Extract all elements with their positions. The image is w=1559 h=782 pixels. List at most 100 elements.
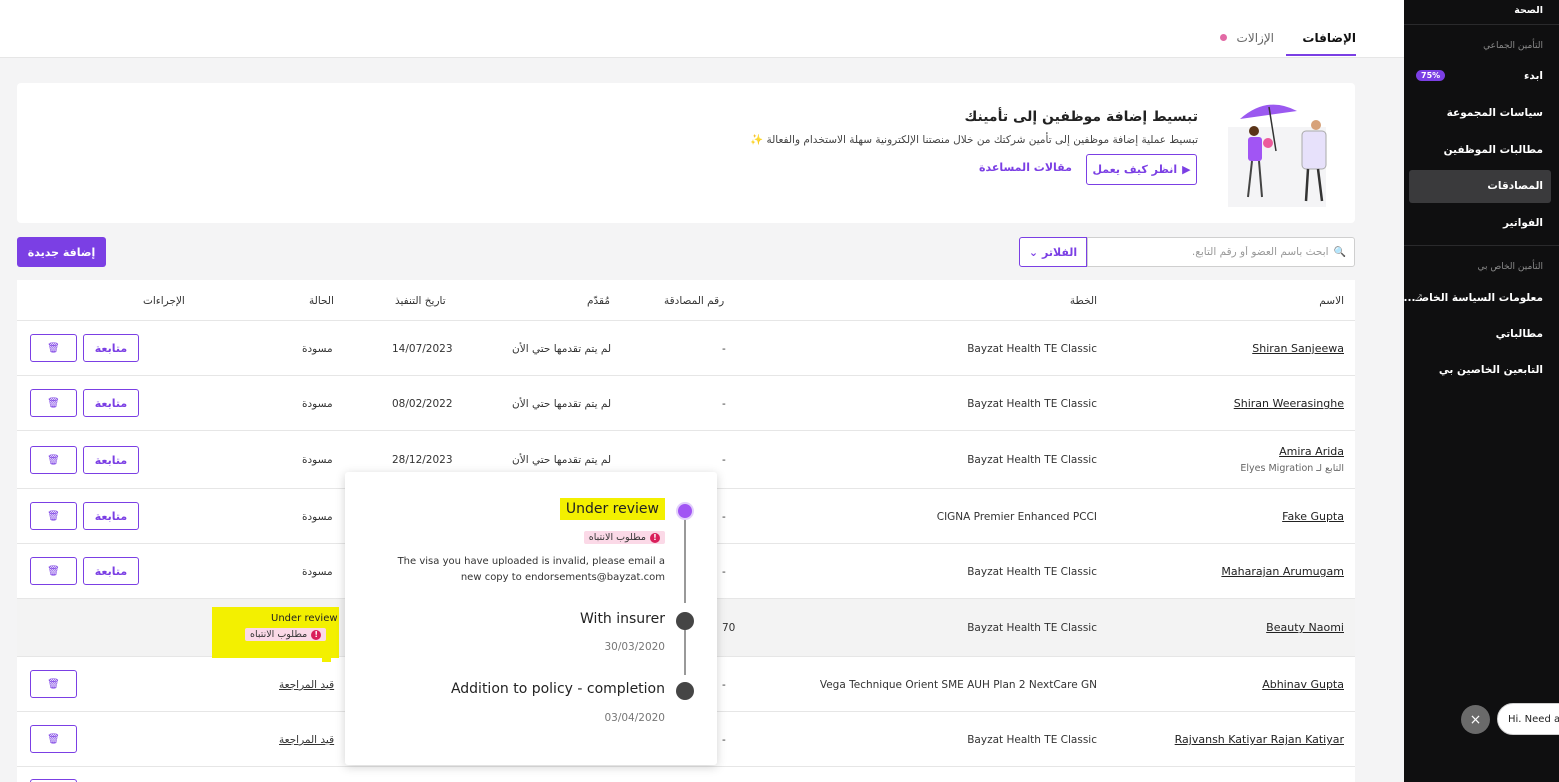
plan-cell: Bayzat Health TE Classic: [967, 734, 1097, 746]
header-name: الاسم: [1319, 295, 1344, 307]
onboarding-banner: تبسيط إضافة موظفين إلى تأمينك تبسيط عملي…: [17, 83, 1355, 223]
add-new-button[interactable]: إضافة جديدة: [17, 237, 106, 267]
delete-button[interactable]: 🗑: [30, 557, 77, 585]
timeline-dot: [676, 682, 694, 700]
status-link[interactable]: قيد المراجعة: [279, 734, 334, 746]
sidebar-item-health[interactable]: الصحة: [1514, 5, 1543, 16]
alert-icon: !: [311, 629, 322, 640]
timeline-dot: [676, 612, 694, 630]
plan-cell: Vega Technique Orient SME AUH Plan 2 Nex…: [819, 679, 1097, 691]
delete-button[interactable]: 🗑: [30, 446, 77, 474]
plan-cell: CIGNA Premier Enhanced PCCI: [936, 511, 1097, 523]
member-name-link[interactable]: Abhinav Gupta: [1262, 678, 1344, 691]
attention-label: مطلوب الانتباه: [250, 629, 308, 640]
timeline-connector: [684, 519, 686, 603]
plan-cell: Bayzat Health TE Classic: [967, 566, 1097, 578]
banner-title: تبسيط إضافة موظفين إلى تأمينك: [964, 109, 1198, 125]
member-name-link[interactable]: Beauty Naomi: [1266, 621, 1344, 634]
trash-icon: 🗑: [47, 397, 60, 409]
search-input[interactable]: [1098, 246, 1329, 258]
header-status: الحالة: [309, 295, 334, 307]
follow-up-button[interactable]: متابعة: [83, 502, 139, 530]
sidebar-item-endorsements[interactable]: المصادقات: [1487, 180, 1543, 192]
header-submitted: مُقدّم: [587, 295, 610, 307]
chat-bubble[interactable]: Hi. Need any help?: [1497, 703, 1559, 735]
date-cell: 28/12/2023: [392, 454, 453, 466]
plan-cell: Bayzat Health TE Classic: [967, 622, 1097, 634]
help-articles-link[interactable]: مقالات المساعدة: [979, 161, 1072, 174]
highlight-marker-tail: [322, 656, 331, 662]
submitted-cell: لم يتم تقدمها حتي الأن: [512, 454, 612, 466]
sidebar-item-policy-info[interactable]: معلومات السياسة الخاصـ...: [1403, 292, 1543, 304]
search-box: 🔍: [1087, 237, 1355, 267]
attention-label: مطلوب الانتباه: [588, 532, 646, 543]
member-name-link[interactable]: Shiran Weerasinghe: [1234, 397, 1344, 410]
delete-button[interactable]: 🗑: [30, 725, 77, 753]
dependent-of-label: التابع لـ Elyes Migration: [1240, 463, 1344, 474]
status-link[interactable]: قيد المراجعة: [279, 679, 334, 691]
trash-icon: 🗑: [47, 342, 60, 354]
filters-button[interactable]: الفلاتر ⌄: [1019, 237, 1087, 267]
tab-bar: الإضافات الإزالات: [0, 0, 1404, 58]
delete-button[interactable]: 🗑: [30, 502, 77, 530]
status-cell: مسودة: [302, 511, 333, 523]
ref-cell: -: [722, 511, 726, 523]
sidebar-item-my-claims[interactable]: مطالباتي: [1496, 328, 1543, 340]
trash-icon: 🗑: [47, 733, 60, 745]
delete-button[interactable]: 🗑: [30, 389, 77, 417]
chat-close-button[interactable]: ×: [1461, 705, 1490, 734]
member-name-link[interactable]: Maharajan Arumugam: [1221, 565, 1344, 578]
timeline-date: 30/03/2020: [604, 641, 665, 653]
sidebar-item-invoices[interactable]: الفواتير: [1503, 217, 1543, 229]
sidebar-divider: [1404, 24, 1559, 25]
ref-cell: -: [722, 566, 726, 578]
delete-button[interactable]: 🗑: [30, 670, 77, 698]
sidebar-item-group-policies[interactable]: سياسات المجموعة: [1447, 107, 1543, 119]
progress-badge: 75%: [1416, 70, 1446, 81]
sidebar-divider: [1404, 245, 1559, 246]
ref-cell: -: [722, 734, 726, 746]
follow-up-button[interactable]: متابعة: [83, 334, 139, 362]
close-icon: ×: [1469, 711, 1482, 728]
play-icon: ▶: [1182, 163, 1191, 176]
sidebar-item-my-dependents[interactable]: التابعين الخاصين بي: [1439, 364, 1543, 376]
status-cell: مسودة: [302, 343, 333, 355]
chat-text: Hi. Need any help?: [1508, 714, 1559, 725]
header-plan: الخطة: [1069, 295, 1097, 307]
how-it-works-button[interactable]: ▶ انظر كيف يعمل: [1086, 154, 1197, 185]
timeline-date: 03/04/2020: [604, 712, 665, 724]
sidebar-item-employee-claims[interactable]: مطالبات الموظفين: [1444, 144, 1543, 156]
status-timeline-popup: Under review ! مطلوب الانتباه The visa y…: [345, 472, 717, 765]
submitted-cell: لم يتم تقدمها حتي الأن: [512, 343, 612, 355]
table-row[interactable]: Shiran Weerasinghe Bayzat Health TE Clas…: [17, 375, 1355, 430]
follow-up-button[interactable]: متابعة: [83, 446, 139, 474]
status-cell: مسودة: [302, 566, 333, 578]
trash-icon: 🗑: [47, 510, 60, 522]
attention-required-badge[interactable]: ! مطلوب الانتباه: [245, 628, 327, 641]
delete-button[interactable]: 🗑: [30, 334, 77, 362]
status-cell: مسودة: [302, 398, 333, 410]
active-tab-indicator: [1286, 54, 1356, 56]
member-name-link[interactable]: Shiran Sanjeewa: [1252, 342, 1344, 355]
tab-additions[interactable]: الإضافات: [1302, 31, 1356, 45]
status-cell: مسودة: [302, 454, 333, 466]
timeline-step-title: Addition to policy - completion: [450, 681, 665, 697]
sidebar-item-start[interactable]: ابدء: [1524, 70, 1543, 82]
insurance-illustration: [1228, 104, 1327, 207]
chevron-down-icon: ⌄: [1028, 245, 1039, 259]
tab-removals[interactable]: الإزالات: [1237, 31, 1274, 45]
member-name-link[interactable]: Rajvansh Katiyar Rajan Katiyar: [1175, 733, 1344, 746]
follow-up-button[interactable]: متابعة: [83, 389, 139, 417]
plan-cell: Bayzat Health TE Classic: [967, 343, 1097, 355]
filters-label: الفلاتر: [1042, 245, 1078, 259]
date-cell: 14/07/2023: [392, 343, 453, 355]
table-row[interactable]: Shiran Sanjeewa Bayzat Health TE Classic…: [17, 320, 1355, 375]
follow-up-button[interactable]: متابعة: [83, 557, 139, 585]
how-it-works-label: انظر كيف يعمل: [1092, 163, 1178, 176]
trash-icon: 🗑: [47, 454, 60, 466]
member-name-link[interactable]: Amira Arida: [1279, 445, 1344, 458]
member-name-link[interactable]: Fake Gupta: [1282, 510, 1344, 523]
timeline-active-dot: [676, 502, 694, 520]
plan-cell: Bayzat Health TE Classic: [967, 398, 1097, 410]
submitted-cell: لم يتم تقدمها حتي الأن: [512, 398, 612, 410]
